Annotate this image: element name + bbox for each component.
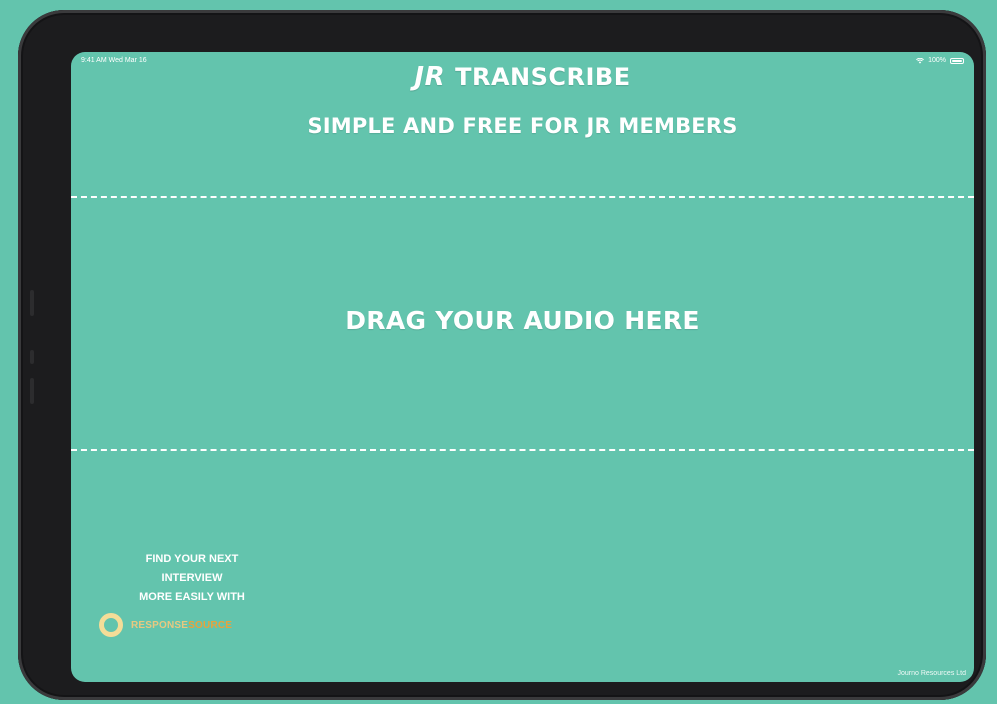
promo-text: FIND YOUR NEXT INTERVIEW MORE EASILY WIT…	[97, 550, 287, 607]
app-title: JR TRANSCRIBE	[71, 62, 974, 92]
promo-block[interactable]: FIND YOUR NEXT INTERVIEW MORE EASILY WIT…	[97, 550, 287, 637]
brand-mark: JR	[414, 62, 446, 92]
promo-line-1: FIND YOUR NEXT	[145, 553, 239, 565]
logo-ring-icon	[99, 613, 123, 637]
logo-wordmark-accent: SOURCE	[188, 619, 233, 631]
volume-down-button	[30, 378, 34, 404]
response-source-logo[interactable]: RESPONSESOURCE	[99, 613, 287, 637]
promo-line-3: MORE EASILY WITH	[139, 591, 245, 603]
drop-zone-label: DRAG YOUR AUDIO HERE	[345, 306, 700, 335]
page-subtitle: SIMPLE AND FREE FOR JR MEMBERS	[307, 114, 738, 138]
volume-up-button	[30, 290, 34, 316]
logo-wordmark-primary: RESPONSE	[131, 619, 189, 631]
logo-wordmark: RESPONSESOURCE	[131, 620, 232, 631]
stage: 9:41 AM Wed Mar 16 100% JR TRANSCRIBE SIM…	[0, 0, 997, 704]
audio-drop-zone[interactable]: DRAG YOUR AUDIO HERE	[71, 196, 974, 451]
mute-button	[30, 350, 34, 364]
title-text: TRANSCRIBE	[455, 63, 631, 91]
app-screen: 9:41 AM Wed Mar 16 100% JR TRANSCRIBE SIM…	[71, 52, 974, 682]
tablet-frame: 9:41 AM Wed Mar 16 100% JR TRANSCRIBE SIM…	[18, 10, 986, 700]
promo-line-2: INTERVIEW	[161, 572, 223, 584]
footer-credit: Journo Resources Ltd	[897, 670, 966, 677]
